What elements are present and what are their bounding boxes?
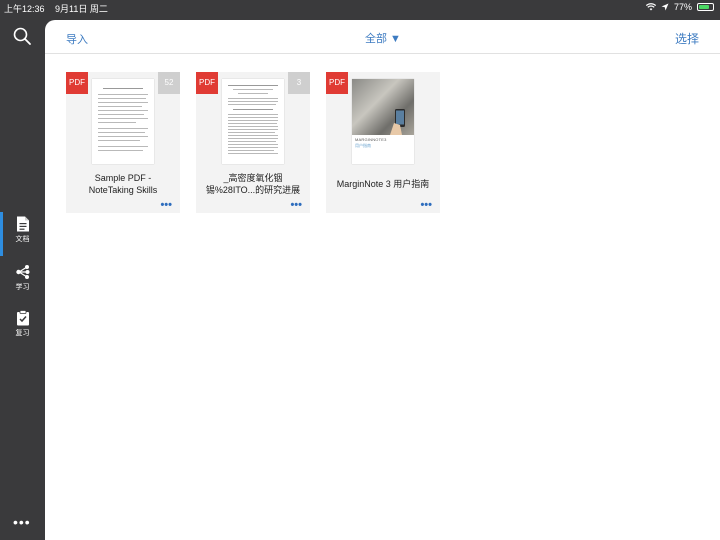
pdf-badge: PDF bbox=[66, 72, 88, 94]
search-icon[interactable] bbox=[12, 26, 32, 46]
document-card[interactable]: PDF MARGINNOTE3 用户指南 MarginNote 3 用户指南 •… bbox=[326, 72, 440, 213]
location-icon bbox=[661, 3, 669, 11]
wifi-icon bbox=[645, 3, 656, 11]
sidebar-item-documents[interactable]: 文档 bbox=[0, 212, 45, 256]
filter-dropdown[interactable]: 全部 ▼ bbox=[365, 30, 401, 46]
more-icon[interactable]: ••• bbox=[290, 199, 302, 211]
battery-icon bbox=[697, 3, 714, 11]
mindmap-icon bbox=[15, 265, 29, 279]
more-icon[interactable]: ••• bbox=[160, 199, 172, 211]
document-title: _高密度氧化铟 锡%28ITO...的研究进展 bbox=[205, 173, 301, 195]
document-thumbnail bbox=[92, 79, 154, 164]
more-options-icon[interactable]: ••• bbox=[13, 514, 31, 530]
document-title: Sample PDF - NoteTaking Skills bbox=[88, 173, 158, 195]
document-card[interactable]: PDF 52 Sample PDF - NoteTaking Skills ••… bbox=[66, 72, 180, 213]
sidebar-item-label: 学习 bbox=[15, 284, 30, 291]
clipboard-icon bbox=[16, 310, 29, 326]
status-time: 上午12:36 bbox=[4, 4, 45, 14]
pdf-badge: PDF bbox=[326, 72, 348, 94]
import-button[interactable]: 导入 bbox=[66, 31, 88, 47]
battery-percent: 77% bbox=[673, 2, 692, 12]
page-count-badge: 52 bbox=[158, 72, 180, 94]
phone-image bbox=[390, 109, 405, 135]
pdf-badge: PDF bbox=[196, 72, 218, 94]
sidebar-item-study[interactable]: 学习 bbox=[0, 260, 45, 300]
status-bar: 上午12:36 9月11日 周二 77% bbox=[0, 0, 720, 16]
status-date: 9月11日 周二 bbox=[55, 4, 108, 14]
page-count-badge: 3 bbox=[288, 72, 310, 94]
more-icon[interactable]: ••• bbox=[420, 199, 432, 211]
toolbar: 导入 全部 ▼ 选择 bbox=[45, 20, 720, 54]
sidebar: 文档 学习 复习 ••• bbox=[0, 16, 45, 540]
document-title: MarginNote 3 用户指南 bbox=[336, 179, 430, 189]
cover-brand: MARGINNOTE3 bbox=[355, 137, 387, 142]
document-cover: MARGINNOTE3 用户指南 bbox=[352, 79, 414, 164]
document-icon bbox=[16, 216, 29, 232]
cover-subtitle: 用户指南 bbox=[355, 143, 371, 148]
document-thumbnail bbox=[222, 79, 284, 164]
sidebar-item-label: 文档 bbox=[15, 236, 30, 243]
sidebar-item-label: 复习 bbox=[15, 330, 30, 337]
document-library: 导入 全部 ▼ 选择 PDF 52 Sample PDF - NoteTakin… bbox=[45, 20, 720, 540]
select-button[interactable]: 选择 bbox=[675, 30, 699, 47]
sidebar-item-review[interactable]: 复习 bbox=[0, 306, 45, 346]
document-card[interactable]: PDF 3 _高密度氧化铟 锡%28ITO...的研究进展 ••• bbox=[196, 72, 310, 213]
